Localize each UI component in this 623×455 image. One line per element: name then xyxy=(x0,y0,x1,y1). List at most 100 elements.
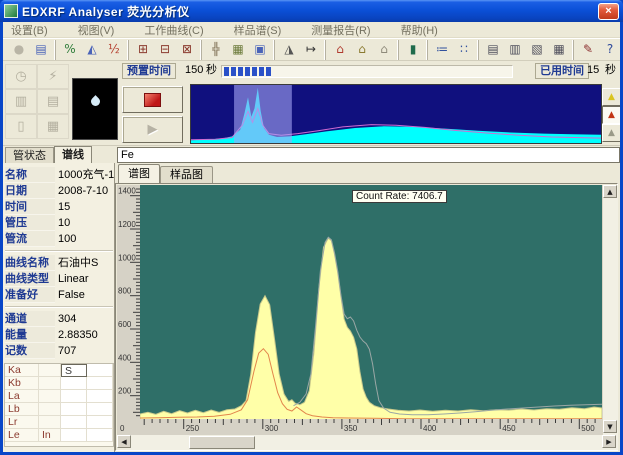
red-peak-view-button[interactable]: ▲ xyxy=(602,106,620,124)
svg-text:1000: 1000 xyxy=(118,253,136,262)
tab-spectrum-view[interactable]: 谱图 xyxy=(118,164,160,183)
start-button[interactable]: ▶ xyxy=(122,116,183,143)
line-label-cell[interactable]: La xyxy=(5,390,39,403)
property-value: 2.88350 xyxy=(55,327,115,343)
element-cell[interactable] xyxy=(61,416,87,429)
menu-item-2[interactable]: 视图(V) xyxy=(78,22,115,38)
element-cell[interactable] xyxy=(87,429,113,442)
spectrum-new-icon[interactable]: ⊞ xyxy=(133,40,153,59)
gray-peak-view-button[interactable]: ▲ xyxy=(602,124,620,142)
element-cell[interactable] xyxy=(61,429,87,442)
help-book-icon[interactable]: ✎ xyxy=(578,40,598,59)
spectrum-plot-svg xyxy=(140,185,602,419)
line-label-cell[interactable]: Lb xyxy=(5,403,39,416)
smooth-icon[interactable]: ▦ xyxy=(228,40,248,59)
svg-text:800: 800 xyxy=(118,287,132,296)
grid-icon[interactable]: ╬ xyxy=(206,40,226,59)
home-red-icon[interactable]: ⌂ xyxy=(330,40,350,59)
scroll-down-button[interactable]: ▼ xyxy=(603,420,617,433)
scrollbar-thumb[interactable] xyxy=(189,436,255,449)
hv-button[interactable]: ⚡ xyxy=(37,64,69,89)
element-cell[interactable] xyxy=(61,403,87,416)
svg-text:1200: 1200 xyxy=(118,220,136,229)
print-icon[interactable]: ▤ xyxy=(483,40,503,59)
x-ruler-svg: 0250300350400450500 xyxy=(117,419,603,435)
element-cell[interactable] xyxy=(87,403,113,416)
menu-item-3[interactable]: 工作曲线(C) xyxy=(144,22,203,38)
grid-button[interactable]: ▦ xyxy=(37,114,69,139)
list-icon[interactable]: ≔ xyxy=(432,40,452,59)
horizontal-scrollbar[interactable]: ◀ ▶ xyxy=(117,435,618,450)
line-label-cell[interactable]: Kb xyxy=(5,377,39,390)
tube-tool-grid: ◷⚡▥▤▯▦ xyxy=(5,64,71,140)
scroll-left-button[interactable]: ◀ xyxy=(117,435,131,448)
expand-icon[interactable]: ↦ xyxy=(301,40,321,59)
tab-sample-view[interactable]: 样品图 xyxy=(160,166,213,183)
element-cell[interactable] xyxy=(87,416,113,429)
filter-button[interactable]: ▤ xyxy=(37,89,69,114)
element-cell[interactable] xyxy=(87,390,113,403)
line-label-cell[interactable]: Ka xyxy=(5,364,39,377)
scroll-up-button[interactable]: ▲ xyxy=(603,185,617,198)
menu-item-5[interactable]: 测量报告(R) xyxy=(311,22,370,38)
image-icon[interactable]: ▣ xyxy=(250,40,270,59)
selected-element-cell[interactable]: S xyxy=(61,364,87,377)
menu-item-6[interactable]: 帮助(H) xyxy=(401,22,438,38)
tube-icon[interactable]: ▮ xyxy=(403,40,423,59)
home-gray-icon[interactable]: ⌂ xyxy=(374,40,394,59)
line-extra-cell[interactable] xyxy=(39,390,61,403)
peak-mark-icon[interactable]: ◮ xyxy=(279,40,299,59)
element-cell[interactable] xyxy=(61,377,87,390)
print-preview-icon[interactable]: ▧ xyxy=(527,40,547,59)
tab-spectrum-line[interactable]: 谱线 xyxy=(54,146,92,164)
property-value: 10 xyxy=(55,215,115,231)
ratio-icon[interactable]: ½ xyxy=(104,40,124,59)
menu-item-1[interactable]: 设置(B) xyxy=(11,22,48,38)
tab-tube-status[interactable]: 管状态 xyxy=(5,147,54,164)
copy-button[interactable]: ▥ xyxy=(5,89,37,114)
property-value: 100 xyxy=(55,231,115,247)
spectrum-preview[interactable] xyxy=(190,84,602,144)
property-row: 通道304 xyxy=(3,311,115,327)
progress-segment xyxy=(231,67,236,76)
window-report-icon[interactable]: ▤ xyxy=(31,40,51,59)
stop-button[interactable] xyxy=(122,86,183,113)
yellow-peak-view-button[interactable]: ▲ xyxy=(602,88,620,106)
property-label: 通道 xyxy=(5,311,55,327)
timer-button[interactable]: ◷ xyxy=(5,64,37,89)
element-cell[interactable] xyxy=(87,377,113,390)
scroll-right-button[interactable]: ▶ xyxy=(602,435,616,448)
title-bar[interactable]: EDXRF Analyser 荧光分析仪 × xyxy=(0,0,623,22)
element-cell[interactable] xyxy=(87,364,113,377)
property-label: 能量 xyxy=(5,327,55,343)
line-extra-cell[interactable] xyxy=(39,403,61,416)
ball-icon[interactable]: ● xyxy=(9,40,29,59)
calculator-icon[interactable]: ▦ xyxy=(549,40,569,59)
line-extra-cell[interactable] xyxy=(39,416,61,429)
list-detail-icon[interactable]: ∷ xyxy=(454,40,474,59)
print-setup-icon[interactable]: ▥ xyxy=(505,40,525,59)
svg-text:600: 600 xyxy=(118,320,132,329)
line-extra-cell[interactable] xyxy=(39,364,61,377)
line-extra-cell[interactable] xyxy=(39,377,61,390)
home-olive-icon[interactable]: ⌂ xyxy=(352,40,372,59)
svg-text:400: 400 xyxy=(423,424,437,433)
percent-icon[interactable]: % xyxy=(60,40,80,59)
context-help-icon[interactable]: ? xyxy=(600,40,620,59)
chart-tabs: 谱图样品图 xyxy=(115,164,213,183)
line-extra-cell[interactable]: In xyxy=(39,429,61,442)
spectrum-delete-icon[interactable]: ⊟ xyxy=(155,40,175,59)
spectrum-overlay-icon[interactable]: ⊠ xyxy=(177,40,197,59)
vertical-scrollbar[interactable]: ▲ ▼ xyxy=(602,185,618,435)
line-label-cell[interactable]: Le xyxy=(5,429,39,442)
element-cell[interactable] xyxy=(61,390,87,403)
document-button[interactable]: ▯ xyxy=(5,114,37,139)
menu-item-4[interactable]: 样品谱(S) xyxy=(234,22,282,38)
spectrum-plot[interactable]: Count Rate: 7406.7 xyxy=(140,185,602,419)
property-row: 管流100 xyxy=(3,231,115,247)
line-label-cell[interactable]: Lr xyxy=(5,416,39,429)
property-label: 准备好 xyxy=(5,287,55,303)
fit-icon[interactable]: ◭ xyxy=(82,40,102,59)
close-button[interactable]: × xyxy=(598,3,619,20)
element-field[interactable]: Fe xyxy=(117,147,620,163)
